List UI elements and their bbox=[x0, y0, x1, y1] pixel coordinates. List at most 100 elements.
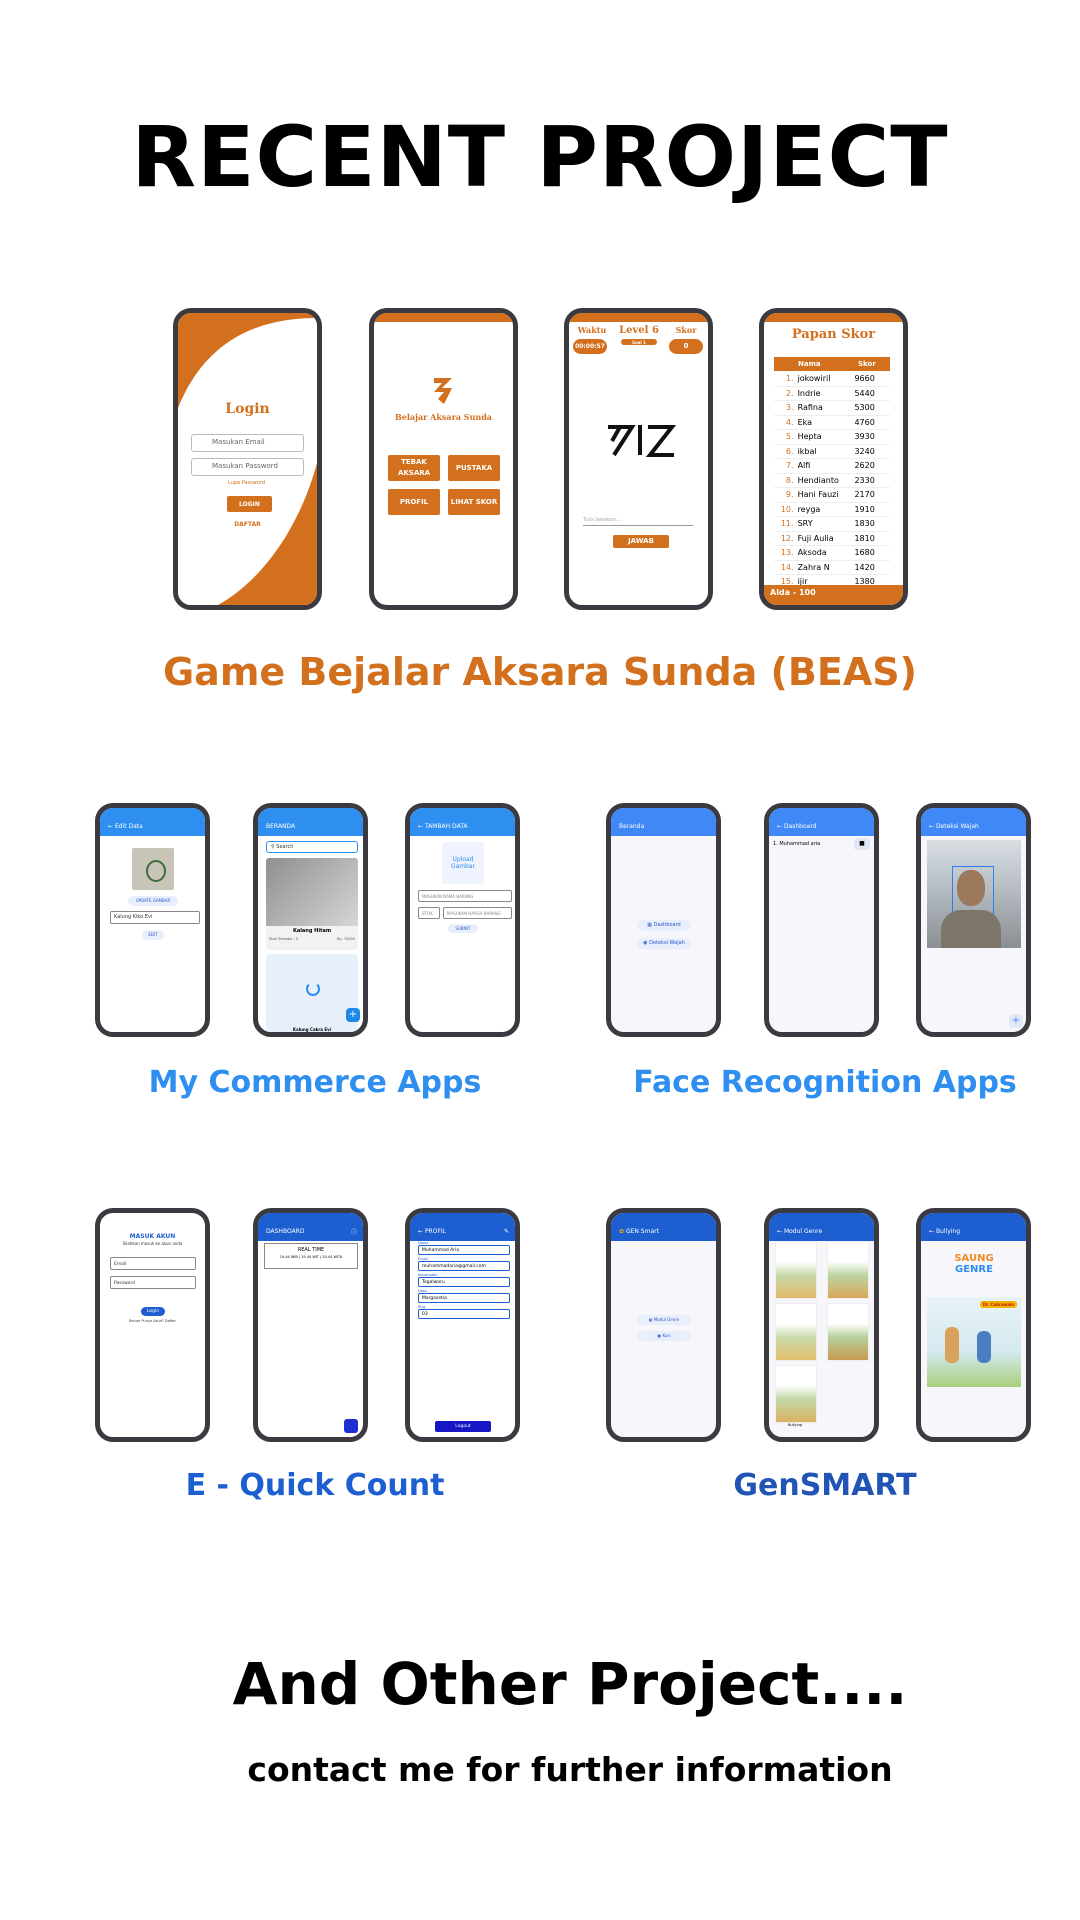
realtime-title: REAL TIME bbox=[297, 1247, 325, 1253]
rank: 11. bbox=[780, 519, 794, 528]
modul-genre-button[interactable]: ▦ Modul Genre bbox=[637, 1315, 691, 1325]
profile-field-value[interactable]: Tegalwaru bbox=[418, 1277, 510, 1287]
appbar: ✿ GEN Smart bbox=[611, 1213, 716, 1241]
register-link[interactable]: DAFTAR bbox=[178, 521, 317, 528]
appbar-title: BERANDA bbox=[266, 822, 296, 830]
module-card[interactable] bbox=[775, 1303, 817, 1361]
edit-button[interactable]: EDIT bbox=[142, 930, 164, 940]
password-field[interactable]: Masukan Password bbox=[191, 458, 304, 476]
stock-input[interactable]: STOK bbox=[418, 907, 440, 919]
edit-icon[interactable]: ✎ bbox=[504, 1228, 509, 1235]
login-button[interactable]: LOGIN bbox=[227, 496, 272, 512]
pustaka-button[interactable]: PUSTAKA bbox=[448, 455, 500, 481]
score-row: 14. Zahra N 1420 bbox=[774, 561, 890, 575]
player-name: Eka bbox=[797, 417, 813, 427]
register-link[interactable]: Belum Punya Akun? Daftar bbox=[100, 1319, 205, 1323]
appbar-title: Dashboard bbox=[783, 822, 817, 830]
player-score: 1680 bbox=[854, 548, 875, 557]
appbar-title: Bullying bbox=[935, 1227, 961, 1235]
update-image-button[interactable]: UPDATE GAMBAR bbox=[128, 896, 178, 906]
profile-field-value[interactable]: Muhammad Aria bbox=[418, 1245, 510, 1255]
player-score: 1830 bbox=[854, 519, 875, 528]
status-bar bbox=[569, 313, 708, 322]
upload-image-button[interactable]: Upload Gambar bbox=[442, 842, 484, 884]
product-price: Rp. 70000 bbox=[336, 937, 355, 941]
appbar-title: TAMBAH DATA bbox=[424, 822, 468, 830]
module-card[interactable] bbox=[775, 1241, 817, 1299]
profil-button[interactable]: PROFIL bbox=[388, 489, 440, 515]
badge: Dr. Cakrawala bbox=[979, 1301, 1017, 1308]
player-score: 5440 bbox=[854, 388, 875, 398]
player-score: 2170 bbox=[854, 490, 875, 499]
player-name: Indrie bbox=[797, 388, 821, 398]
player-score: 9660 bbox=[854, 374, 875, 383]
player-name: Aksoda bbox=[797, 548, 827, 557]
module-card[interactable] bbox=[775, 1365, 817, 1423]
add-fab-button[interactable]: + bbox=[346, 1008, 360, 1022]
aksara-glyph-icon bbox=[608, 425, 676, 457]
score-row: 10. reyga 1910 bbox=[774, 503, 890, 517]
info-icon[interactable]: ⓘ bbox=[351, 1227, 357, 1236]
product-image bbox=[266, 858, 358, 926]
gs-home-phone: ✿ GEN Smart ▦ Modul Genre ▣ Kuis bbox=[606, 1208, 721, 1442]
profile-field-value[interactable]: Margasetia bbox=[418, 1293, 510, 1303]
player-name: Hepta bbox=[797, 432, 822, 441]
profile-field-value[interactable]: 03 bbox=[418, 1309, 510, 1319]
email-field[interactable]: Email bbox=[110, 1257, 196, 1270]
name-input[interactable]: MASUKAN NAMA BARANG bbox=[418, 890, 512, 902]
product-name-field[interactable]: Kalung Kiko Evi bbox=[110, 911, 200, 924]
rank: 1. bbox=[785, 374, 794, 383]
capture-fab-button[interactable]: + bbox=[1009, 1014, 1023, 1028]
dashboard-button[interactable]: ▦ Dashboard bbox=[637, 920, 691, 931]
quiz-icon: ▣ bbox=[657, 1333, 662, 1338]
score-row: 1. jokowiril 9660 bbox=[774, 372, 890, 387]
status-bar bbox=[374, 313, 513, 322]
dashboard-icon: ▦ bbox=[647, 922, 652, 928]
rank: 3. bbox=[785, 403, 794, 412]
commerce-add-phone: ← TAMBAH DATA Upload Gambar MASUKAN NAMA… bbox=[405, 803, 520, 1037]
status-bar bbox=[764, 313, 903, 322]
soal-badge: Soal 1 bbox=[621, 339, 657, 345]
player-name: Fuji Aulia bbox=[797, 533, 834, 543]
module-card[interactable] bbox=[827, 1241, 869, 1299]
forgot-password-link[interactable]: Lupa Password bbox=[228, 480, 265, 486]
player-name: reyga bbox=[797, 504, 821, 514]
gs-bullying-phone: ← Bullying SAUNG GENRE Dr. Cakrawala bbox=[916, 1208, 1031, 1442]
submit-button[interactable]: SUBMIT bbox=[448, 924, 478, 933]
login-title: Login bbox=[225, 401, 270, 417]
score-row: 3. Rafina 5300 bbox=[774, 401, 890, 416]
detect-face-label: Deteksi Wajah bbox=[649, 940, 685, 946]
appbar-title: DASHBOARD bbox=[266, 1227, 305, 1235]
module-caption: Bullying bbox=[787, 1423, 803, 1427]
search-input[interactable]: ⚲ Search bbox=[266, 841, 358, 853]
detect-face-button[interactable]: ◉ Deteksi Wajah bbox=[637, 938, 691, 949]
appbar-title: Edit Data bbox=[114, 822, 143, 830]
login-button[interactable]: Login bbox=[141, 1307, 165, 1316]
player-name: ikbal bbox=[797, 446, 817, 456]
price-input[interactable]: MASUKAN HARGA BARANG bbox=[443, 907, 512, 919]
player-score: 4760 bbox=[854, 417, 875, 427]
gensmart-caption: GenSMART bbox=[733, 1468, 917, 1503]
tebak-aksara-button[interactable]: TEBAK AKSARA bbox=[388, 455, 440, 481]
password-field[interactable]: Password bbox=[110, 1276, 196, 1289]
product-card[interactable]: Kalang Hitam Stok Tersedia : 5 Rp. 70000 bbox=[266, 858, 358, 950]
profile-field-value[interactable]: muhammadaria@gmail.com bbox=[418, 1261, 510, 1271]
answer-input[interactable]: Tulis Jawaban... bbox=[583, 517, 693, 526]
score-row: 6. ikbal 3240 bbox=[774, 445, 890, 459]
search-placeholder: Search bbox=[276, 844, 294, 850]
logout-button[interactable]: Logout bbox=[435, 1421, 491, 1432]
commerce-home-phone: BERANDA ⚲ Search Kalang Hitam Stok Terse… bbox=[253, 803, 368, 1037]
module-card[interactable] bbox=[827, 1303, 869, 1361]
beas-home-phone: Belajar Aksara Sunda TEBAK AKSARA PUSTAK… bbox=[369, 308, 518, 610]
player-name: Alfi bbox=[797, 461, 811, 470]
kuis-button[interactable]: ▣ Kuis bbox=[637, 1331, 691, 1341]
jawab-button[interactable]: JAWAB bbox=[613, 535, 669, 548]
fab-button[interactable] bbox=[344, 1419, 358, 1433]
email-field[interactable]: Masukan Email bbox=[191, 434, 304, 452]
player-score: 1420 bbox=[854, 562, 875, 572]
score-row: 7. Alfi 2620 bbox=[774, 459, 890, 474]
lihat-skor-button[interactable]: LIHAT SKOR bbox=[448, 489, 500, 515]
delete-icon[interactable]: ■ bbox=[854, 838, 870, 850]
player-name: jokowiril bbox=[797, 374, 831, 383]
qc-login-phone: MASUK AKUN Silahkan masuk ke akun anda E… bbox=[95, 1208, 210, 1442]
